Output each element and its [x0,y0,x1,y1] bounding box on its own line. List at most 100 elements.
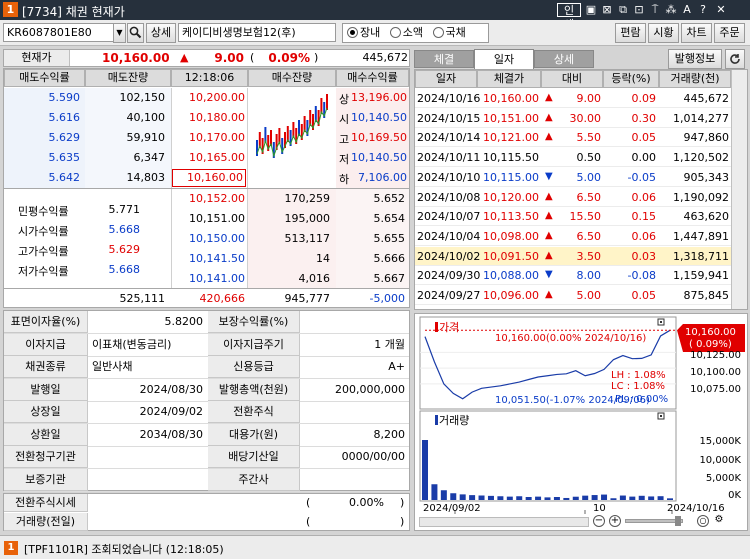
volume-bar [572,496,579,500]
row-price: 10,115.00 [483,170,539,184]
close-icon[interactable]: ✕ [714,3,728,17]
bid-qty[interactable]: 195,000 [248,212,331,225]
daily-row[interactable]: 2024/10/10 10,115.00 5.00 -0.05 905,343 ▼ [415,168,731,187]
daily-row[interactable]: 2024/10/07 10,113.50 15.50 0.15 463,620 ▲ [415,207,731,227]
lc-annotation: LC : 1.08% [611,381,666,392]
zoom-in-button[interactable]: + [609,515,621,527]
tab-daily[interactable]: 일자 [474,49,534,69]
ask-price[interactable]: 10,170.00 [171,131,245,144]
row-price: 10,151.00 [483,111,539,125]
bid-price[interactable]: 10,141.00 [171,272,245,285]
row-change: 9.00 [576,92,602,105]
order-button[interactable]: 주문 [714,23,745,43]
radio-market-treasury[interactable]: 국채 [432,26,466,39]
info-value: 1 개월 [374,337,405,351]
row-change: 5.00 [576,289,602,302]
tab-trades[interactable]: 체결 [414,50,474,68]
zoom-slider-handle[interactable] [675,516,681,526]
refresh-button[interactable] [725,49,745,69]
row-date: 2024/10/11 [417,151,481,165]
code-dropdown-button[interactable]: ▼ [113,23,126,43]
tab-detail[interactable]: 상세 [534,50,594,68]
stat-value: 5.668 [108,263,141,276]
row-volume: 1,120,502 [673,151,729,165]
header-ask-yield: 매도수익률 [4,69,85,87]
ask-price[interactable]: 10,165.00 [171,151,245,164]
volume-bar [582,495,589,500]
volume-bar [629,496,636,500]
window-close-x-icon[interactable]: ⊠ [600,3,614,17]
daily-row[interactable]: 2024/10/11 10,115.50 0.50 0.00 1,120,502 [415,148,731,168]
chart-button[interactable]: 차트 [681,23,712,43]
daily-row[interactable]: 2024/10/14 10,121.00 5.50 0.05 947,860 ▲ [415,128,731,148]
price-panel-maximize-dot [660,321,662,323]
settings-icon[interactable]: ⁂ [664,3,678,17]
chart-settings-icon[interactable]: ⚙ [713,515,725,527]
print-button[interactable]: 인쇄 [557,3,581,31]
ask-price[interactable]: 10,200.00 [171,91,245,104]
daily-scrollbar[interactable] [731,70,747,309]
pin-icon[interactable]: ⍑ [648,3,662,17]
totals-divider [4,288,409,289]
daily-row[interactable]: 2024/09/30 10,088.00 8.00 -0.08 1,159,941 ▼ [415,266,731,286]
conv-price-label: 전환주식시세 [4,494,88,512]
down-arrow-icon: ▼ [545,269,553,281]
daily-row[interactable]: 2024/09/27 10,096.00 5.00 0.05 875,845 ▲ [415,286,731,305]
vol-tick-label: 0K [728,490,741,501]
up-arrow-icon: ▲ [545,210,553,222]
info-value: 2034/08/30 [139,427,203,441]
bid-price[interactable]: 10,150.00 [171,232,245,245]
ask-qty[interactable]: 14,803 [85,171,166,184]
price-legend: 가격 [439,321,460,334]
daily-row[interactable]: 2024/10/15 10,151.00 30.00 0.30 1,014,277 ▲ [415,109,731,128]
daily-row[interactable]: 2024/10/16 10,160.00 9.00 0.09 445,672 ▲ [415,89,731,108]
ask-qty[interactable]: 40,100 [85,111,166,124]
ask-qty[interactable]: 59,910 [85,131,166,144]
ask-price[interactable]: 10,180.00 [171,111,245,124]
paren-close: ) [400,496,405,509]
info-value [88,469,206,491]
vol-tick-label: 15,000K [699,436,741,447]
zoom-out-button[interactable]: − [593,515,605,527]
bid-price[interactable]: 10,152.00 [171,192,245,205]
daily-row[interactable]: 2024/10/04 10,098.00 6.50 0.06 1,447,891 ▲ [415,227,731,246]
row-date: 2024/09/30 [417,269,481,283]
radio-market-onexchange[interactable]: 장내 [347,26,380,39]
handbook-button[interactable]: 편람 [615,23,646,43]
bond-code-input[interactable]: KR6087801E80 [3,23,115,42]
market-news-button[interactable]: 시황 [648,23,679,43]
ask-price-current[interactable]: 10,160.00 [172,169,246,187]
volume-bar [535,496,542,500]
stat-value: 5.668 [108,223,141,236]
window-frame-icon[interactable]: ⊡ [632,3,646,17]
stat-label: 고가수익률 [18,245,69,258]
volume-bar [450,493,457,500]
daily-row[interactable]: 2024/09/2610,091.000.000.00541,182 [415,306,731,310]
window-link-icon[interactable]: ▣ [584,3,598,17]
bid-qty[interactable]: 170,259 [248,192,331,205]
chart-scrollbar[interactable] [419,517,589,527]
window-copy-icon[interactable]: ⧉ [616,3,630,17]
detail-button[interactable]: 상세 [146,23,176,43]
bid-price[interactable]: 10,141.50 [171,252,245,265]
reset-view-button[interactable]: ○ [697,515,709,527]
row-volume: 463,620 [683,210,730,224]
info-value: 2024/08/30 [139,382,203,396]
search-button[interactable] [127,23,144,43]
bid-qty[interactable]: 14 [248,252,330,265]
row-change: 15.50 [569,210,602,224]
bid-qty[interactable]: 513,117 [248,232,331,245]
row-price: 10,091.50 [483,249,539,263]
issue-info-button[interactable]: 발행정보 [668,49,722,69]
bid-price[interactable]: 10,151.00 [171,212,245,225]
daily-row[interactable]: 2024/10/02 10,091.50 3.50 0.03 1,318,711 ▲ [415,246,731,266]
ask-qty[interactable]: 6,347 [85,151,166,164]
help-icon[interactable]: ? [696,3,710,17]
radio-market-small[interactable]: 소액 [389,26,423,39]
font-size-icon[interactable]: A [680,3,694,17]
side-value-high: 10,169.50 [351,131,407,144]
daily-row[interactable]: 2024/10/08 10,120.00 6.50 0.06 1,190,092 ▲ [415,188,731,207]
volume-bar [657,496,664,500]
ask-qty[interactable]: 102,150 [85,91,166,104]
bid-qty[interactable]: 4,016 [248,272,331,285]
